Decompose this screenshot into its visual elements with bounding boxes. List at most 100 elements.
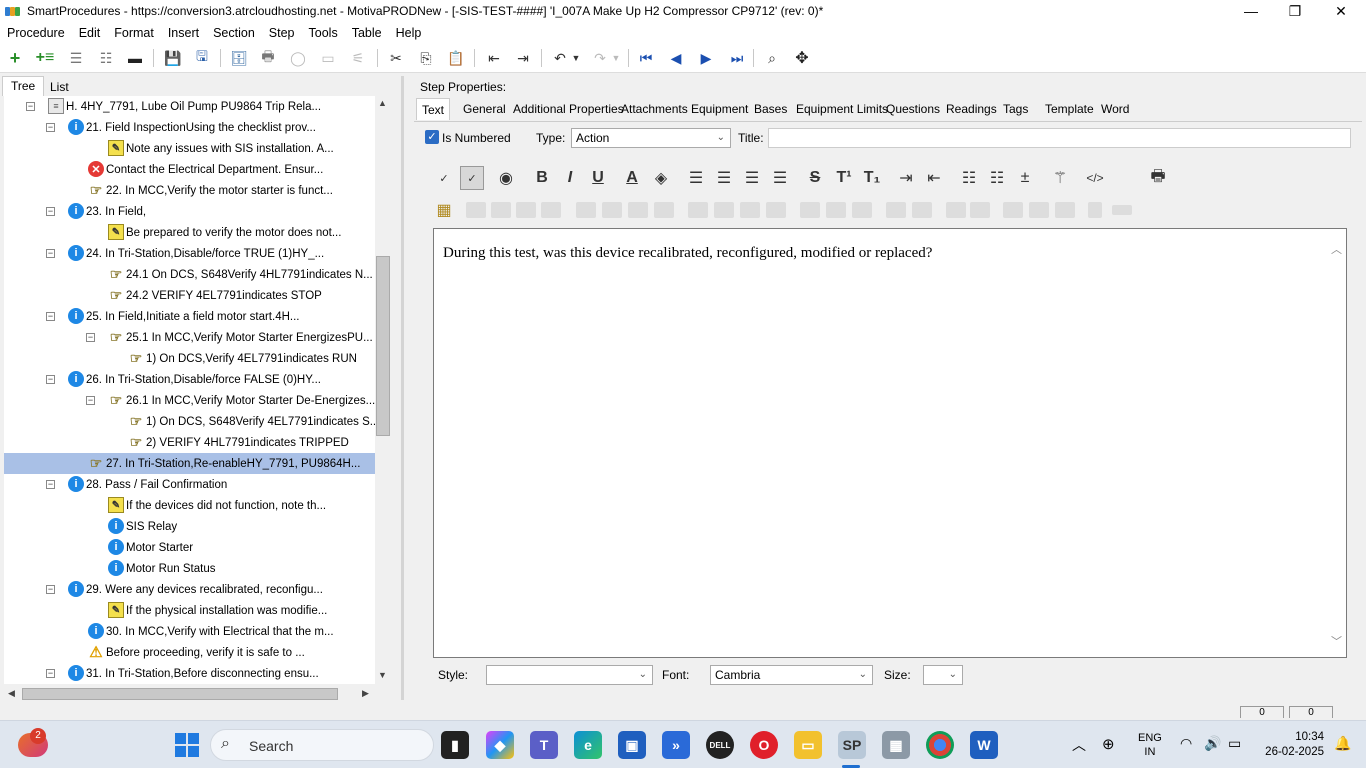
fill-color-icon[interactable]: ◈ (649, 166, 673, 190)
scroll-left-icon[interactable]: ◀ (8, 688, 15, 699)
menu-section[interactable]: Section (213, 26, 255, 40)
title-input[interactable] (768, 128, 1351, 148)
step-body-text[interactable]: During this test, was this device recali… (443, 245, 932, 262)
collapse-toggle-icon[interactable]: − (46, 480, 55, 489)
strikethrough-icon[interactable]: S (803, 166, 827, 190)
collapse-toggle-icon[interactable]: − (46, 585, 55, 594)
numbered-list-icon[interactable]: ☷ (985, 166, 1009, 190)
collapse-toggle-icon[interactable]: − (46, 249, 55, 258)
tab-equipment-limits[interactable]: Equipment Limits (791, 98, 893, 120)
delete-step-icon[interactable]: ▬ (125, 49, 145, 67)
network-tray-icon[interactable]: ⊕ (1102, 735, 1115, 753)
tree-row[interactable]: i Motor Starter (4, 537, 375, 558)
copilot-app-icon[interactable]: ◆ (486, 731, 514, 759)
tab-additional-properties[interactable]: Additional Properties (508, 98, 629, 120)
close-button[interactable]: ✕ (1318, 0, 1364, 22)
tray-chevron-up-icon[interactable]: ︿ (1072, 735, 1086, 755)
tree-row[interactable]: ✎ If the devices did not function, note t… (4, 495, 375, 516)
is-numbered-checkbox[interactable]: ✓ (425, 130, 439, 144)
tab-readings[interactable]: Readings (941, 98, 1002, 120)
collapse-toggle-icon[interactable]: − (46, 375, 55, 384)
align-right-icon[interactable]: ☰ (740, 166, 764, 190)
tree-row[interactable]: ✎ Be prepared to verify the motor does no… (4, 222, 375, 243)
menu-help[interactable]: Help (396, 26, 422, 40)
size-select[interactable]: ⌄ (923, 665, 963, 685)
style-select[interactable]: ⌄ (486, 665, 653, 685)
collapse-toggle-icon[interactable]: − (86, 396, 95, 405)
volume-icon[interactable]: 🔊 (1204, 735, 1221, 752)
auto-spellcheck-icon[interactable]: ✓ (460, 166, 484, 190)
insert-table-icon[interactable]: ▦ (432, 198, 456, 222)
collapse-toggle-icon[interactable]: − (86, 333, 95, 342)
tree-row[interactable]: ☞ 1) On DCS,Verify 4EL7791indicates RUN (4, 348, 375, 369)
menu-insert[interactable]: Insert (168, 26, 199, 40)
tree-row[interactable]: ⚠ Before proceeding, verify it is safe to… (4, 642, 375, 663)
editor-scroll-down-icon[interactable]: ﹀ (1331, 633, 1342, 649)
pane-splitter[interactable] (401, 76, 404, 700)
tree-horizontal-scrollbar[interactable]: ◀ ▶ (4, 686, 375, 703)
horizontal-rule-icon[interactable]: ± (1013, 166, 1037, 190)
bullet-list-icon[interactable]: ☷ (957, 166, 981, 190)
tree-row[interactable]: − i 28. Pass / Fail Confirmation (4, 474, 375, 495)
increase-indent-icon[interactable]: ⇥ (894, 166, 918, 190)
menu-procedure[interactable]: Procedure (7, 26, 65, 40)
next-step-icon[interactable]: ▶ (696, 49, 716, 67)
align-left-icon[interactable]: ☰ (684, 166, 708, 190)
last-step-icon[interactable]: ⏭ (727, 49, 747, 67)
tree-row[interactable]: ☞ 27. In Tri-Station,Re-enableHY_7791, PU… (4, 453, 375, 474)
justify-icon[interactable]: ☰ (768, 166, 792, 190)
tree-row[interactable]: ☞ 24.2 VERIFY 4EL7791indicates STOP (4, 285, 375, 306)
calculator-app-icon[interactable]: ▦ (882, 731, 910, 759)
type-select[interactable]: Action ⌄ (571, 128, 731, 148)
tab-general[interactable]: General (458, 98, 511, 120)
notifications-bell-icon[interactable]: 🔔 (1334, 735, 1351, 752)
tree-row[interactable]: ☞ 24.1 On DCS, S648Verify 4HL7791indicate… (4, 264, 375, 285)
tree-row[interactable]: i SIS Relay (4, 516, 375, 537)
tree-row[interactable]: − i 25. In Field,Initiate a field motor st… (4, 306, 375, 327)
battery-icon[interactable]: ▭ (1228, 735, 1241, 752)
scroll-right-icon[interactable]: ▶ (362, 688, 369, 699)
outdent-icon[interactable]: ⇤ (484, 49, 504, 67)
tab-tags[interactable]: Tags (998, 98, 1033, 120)
save-all-icon[interactable]: 🖫 (192, 48, 212, 67)
save-icon[interactable]: 💾 (163, 49, 183, 67)
tree-scroll-thumb[interactable] (376, 256, 390, 436)
word-app-icon[interactable]: W (970, 731, 998, 759)
wifi-icon[interactable]: ◠ (1180, 735, 1192, 752)
tab-word[interactable]: Word (1096, 98, 1134, 120)
collapse-toggle-icon[interactable]: − (46, 207, 55, 216)
teams-app-icon[interactable]: T (530, 731, 558, 759)
minimize-button[interactable]: — (1228, 0, 1274, 22)
tab-equipment[interactable]: Equipment (686, 98, 753, 120)
font-color-icon[interactable]: A (620, 166, 644, 190)
tree-row[interactable]: − ≡ H. 4HY_7791, Lube Oil Pump PU9864 Trip… (4, 96, 375, 117)
print-icon[interactable]: 🖶 (258, 48, 278, 67)
first-step-icon[interactable]: ⏮ (636, 49, 656, 67)
step-text-editor[interactable]: During this test, was this device recali… (433, 228, 1347, 658)
dell-app-icon[interactable]: DELL (706, 731, 734, 759)
opera-app-icon[interactable]: O (750, 731, 778, 759)
menu-step[interactable]: Step (269, 26, 295, 40)
tree-row[interactable]: i 30. In MCC,Verify with Electrical that … (4, 621, 375, 642)
indent-icon[interactable]: ⇥ (513, 49, 533, 67)
font-select[interactable]: Cambria ⌄ (710, 665, 873, 685)
tab-text[interactable]: Text (416, 98, 451, 120)
tree-row[interactable]: i Motor Run Status (4, 558, 375, 579)
tree-row[interactable]: − i 26. In Tri-Station,Disable/force FALSE… (4, 369, 375, 390)
export-icon[interactable]: 🗄 (229, 49, 249, 67)
tree-row[interactable]: ☞ 2) VERIFY 4HL7791indicates TRIPPED (4, 432, 375, 453)
tab-template[interactable]: Template (1040, 98, 1099, 120)
html-source-icon[interactable]: </> (1083, 166, 1107, 190)
tree-row[interactable]: − i 24. In Tri-Station,Disable/force TRUE … (4, 243, 375, 264)
smartprocedures-app-icon[interactable]: SP (838, 731, 866, 759)
indent-list-icon[interactable]: ☰ (66, 49, 86, 67)
move-icon[interactable]: ✥ (792, 49, 812, 67)
scroll-up-icon[interactable]: ▲ (378, 98, 387, 108)
language-indicator[interactable]: ENG IN (1138, 731, 1162, 759)
menu-tools[interactable]: Tools (309, 26, 338, 40)
power-automate-icon[interactable]: » (662, 731, 690, 759)
add-substep-icon[interactable]: +≡ (35, 49, 55, 67)
terminal-app-icon[interactable]: ▮ (441, 731, 469, 759)
tab-bases[interactable]: Bases (749, 98, 792, 120)
bold-icon[interactable]: B (530, 166, 554, 190)
